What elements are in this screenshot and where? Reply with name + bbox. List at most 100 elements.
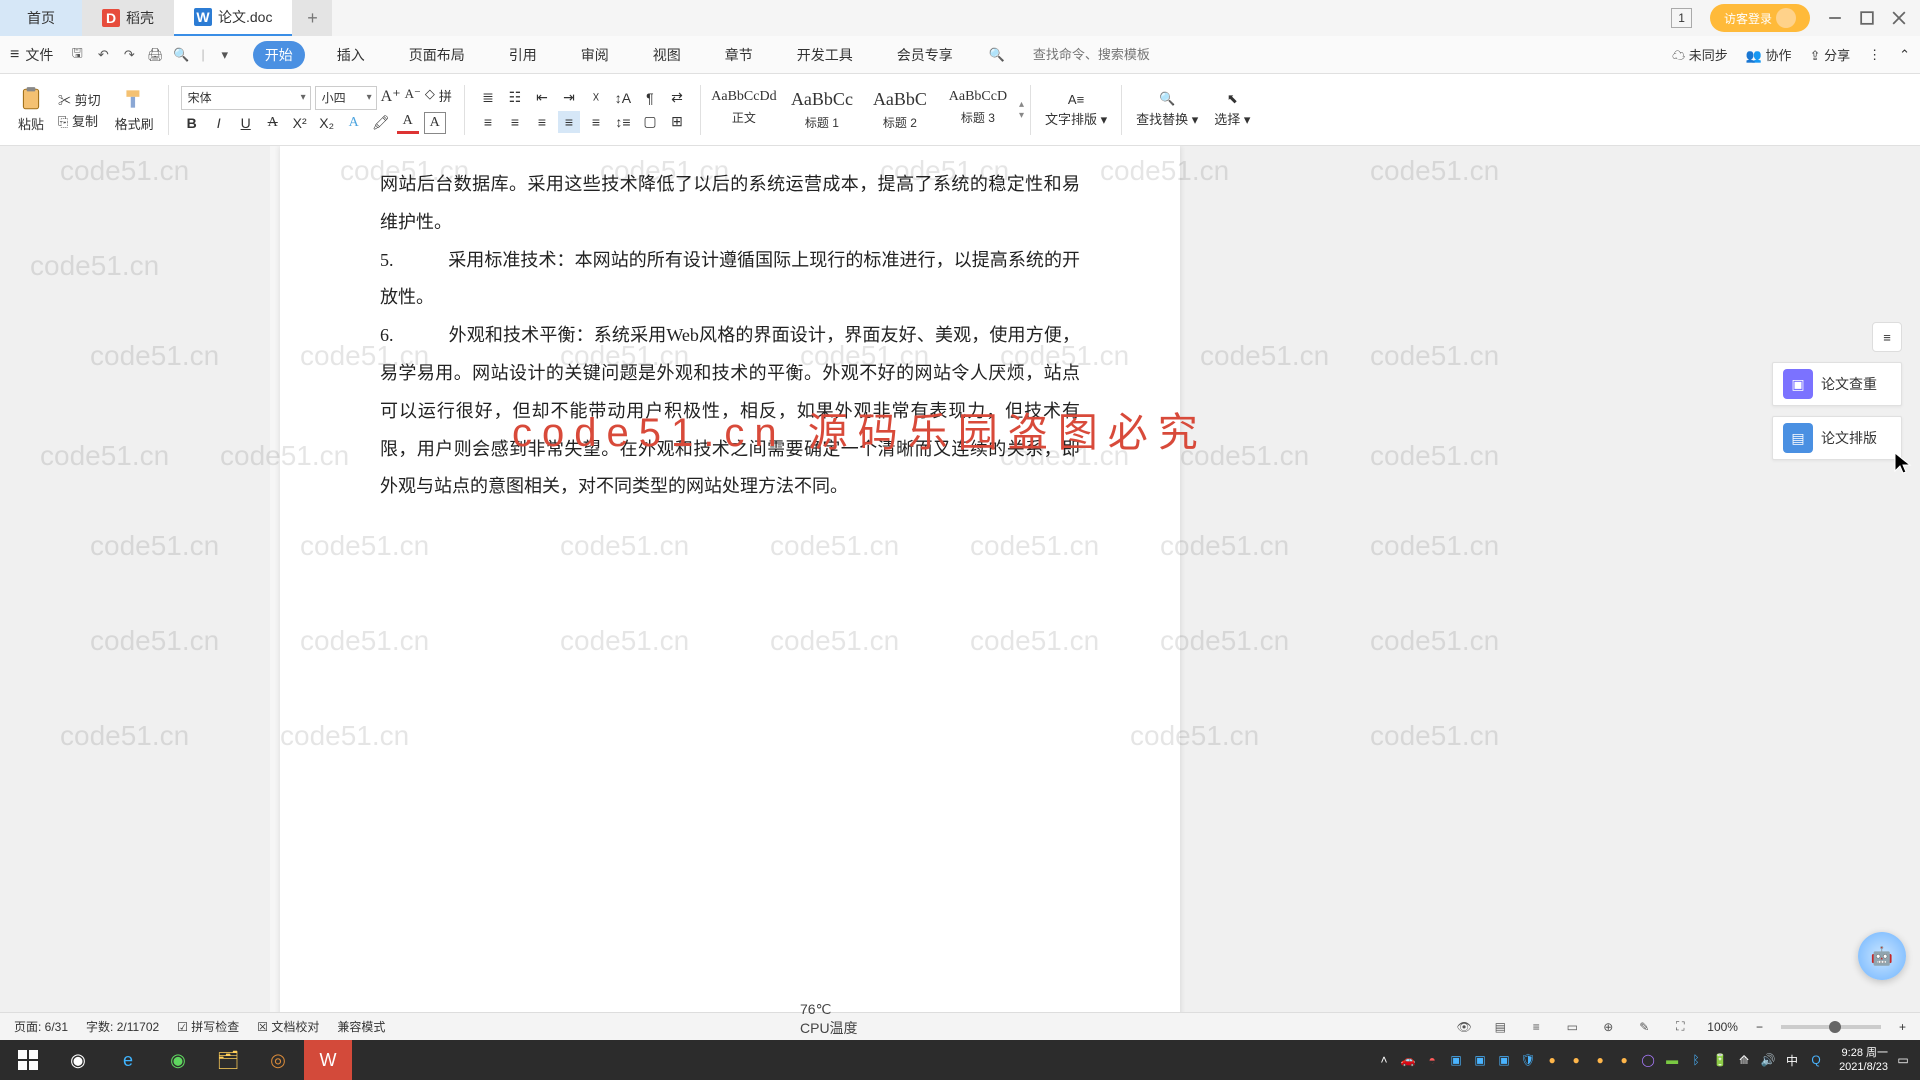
task-360-icon[interactable]: ◉ (154, 1040, 202, 1080)
asian-layout-icon[interactable]: ☓ (585, 87, 607, 109)
side-paper-layout[interactable]: ▤论文排版 (1772, 416, 1902, 460)
italic-button[interactable]: I (208, 112, 230, 134)
align-left-icon[interactable]: ≡ (477, 111, 499, 133)
style-more-icon[interactable]: ▴▾ (1019, 87, 1024, 133)
share-button[interactable]: ⇪ 分享 (1810, 45, 1851, 64)
paste-button[interactable]: 粘贴 (10, 86, 52, 133)
doc-paragraph[interactable]: 网站后台数据库。采用这些技术降低了以后的系统运营成本，提高了系统的稳定性和易维护… (380, 166, 1080, 242)
sort-icon[interactable]: ↕A (612, 87, 634, 109)
tray-volume-icon[interactable]: 🔊 (1759, 1051, 1777, 1069)
tab-document[interactable]: W 论文.doc (174, 0, 292, 36)
menu-chapter[interactable]: 章节 (713, 41, 765, 69)
tray-nvidia-icon[interactable]: ▬ (1663, 1051, 1681, 1069)
doc-paragraph[interactable]: 5. 采用标准技术：本网站的所有设计遵循国际上现行的标准进行，以提高系统的开放性… (380, 242, 1080, 318)
char-border-icon[interactable]: A (424, 112, 446, 134)
indent-inc-icon[interactable]: ⇥ (558, 87, 580, 109)
word-count[interactable]: 字数: 2/11702 (86, 1018, 159, 1035)
bold-button[interactable]: B (181, 112, 203, 134)
menu-reference[interactable]: 引用 (497, 41, 549, 69)
numbering-icon[interactable]: ☷ (504, 87, 526, 109)
underline-button[interactable]: U (235, 112, 257, 134)
tab-daoke[interactable]: D 稻壳 (82, 0, 174, 36)
hamburger-icon[interactable]: ≡ (10, 46, 19, 64)
zoom-level[interactable]: 100% (1707, 1020, 1738, 1034)
window-number[interactable]: 1 (1671, 8, 1692, 28)
menu-start[interactable]: 开始 (253, 41, 305, 69)
print-icon[interactable]: 🖨 (145, 45, 165, 65)
superscript-button[interactable]: X² (289, 112, 311, 134)
clear-format-icon[interactable]: ◇ (425, 86, 435, 110)
clock[interactable]: 9:28 周一 2021/8/23 (1839, 1046, 1888, 1075)
more-menu-icon[interactable]: ⋮ (1868, 47, 1881, 63)
menu-review[interactable]: 审阅 (569, 41, 621, 69)
doc-paragraph[interactable]: 6. 外观和技术平衡：系统采用Web风格的界面设计，界面友好、美观，使用方便，易… (380, 317, 1080, 506)
tray-dot4-icon[interactable]: ● (1615, 1051, 1633, 1069)
tab-icon[interactable]: ⇄ (666, 87, 688, 109)
preview-icon[interactable]: 🔍 (171, 45, 191, 65)
document-page[interactable]: 网站后台数据库。采用这些技术降低了以后的系统运营成本，提高了系统的稳定性和易维护… (280, 146, 1180, 1040)
task-obs-icon[interactable]: ◉ (54, 1040, 102, 1080)
guest-login-button[interactable]: 访客登录 (1710, 4, 1810, 32)
text-layout-button[interactable]: A≡文字排版 ▾ (1037, 92, 1115, 128)
tab-new[interactable]: + (292, 0, 332, 36)
undo-icon[interactable]: ↶ (93, 45, 113, 65)
subscript-button[interactable]: X₂ (316, 112, 338, 134)
fit-icon[interactable]: ⛶ (1671, 1018, 1689, 1036)
page-indicator[interactable]: 页面: 6/31 (14, 1018, 68, 1035)
assistant-floating-button[interactable]: 🤖 (1858, 932, 1906, 980)
tray-chevron-icon[interactable]: ˄ (1375, 1051, 1393, 1069)
format-brush-button[interactable]: 格式刷 (107, 86, 162, 133)
para-mark-icon[interactable]: ¶ (639, 87, 661, 109)
shading-icon[interactable]: ▢ (639, 111, 661, 133)
side-paper-check[interactable]: ▣论文查重 (1772, 362, 1902, 406)
menu-devtools[interactable]: 开发工具 (785, 41, 865, 69)
maximize-icon[interactable] (1860, 11, 1874, 25)
tray-wifi-icon[interactable]: ⟰ (1735, 1051, 1753, 1069)
style-normal[interactable]: AaBbCcDd正文 (707, 87, 781, 133)
notifications-icon[interactable]: ▭ (1894, 1051, 1912, 1069)
tray-circle-icon[interactable]: ◯ (1639, 1051, 1657, 1069)
find-replace-button[interactable]: 🔍查找替换 ▾ (1128, 91, 1206, 128)
style-h1[interactable]: AaBbCc标题 1 (785, 87, 859, 133)
vertical-ruler[interactable] (270, 146, 280, 1040)
menu-view[interactable]: 视图 (641, 41, 693, 69)
tray-shield-icon[interactable]: 🛡 (1519, 1051, 1537, 1069)
tray-dot3-icon[interactable]: ● (1591, 1051, 1609, 1069)
style-h2[interactable]: AaBbC标题 2 (863, 87, 937, 133)
font-name-select[interactable]: 宋体 (181, 86, 311, 110)
collab-button[interactable]: 👥 协作 (1746, 45, 1792, 64)
tray-app3-icon[interactable]: ▣ (1495, 1051, 1513, 1069)
shrink-font-icon[interactable]: A⁻ (405, 86, 421, 110)
tray-q-icon[interactable]: Q (1807, 1051, 1825, 1069)
close-icon[interactable] (1892, 11, 1906, 25)
task-wps-icon[interactable]: W (304, 1040, 352, 1080)
tray-car-icon[interactable]: 🚗 (1399, 1051, 1417, 1069)
indent-dec-icon[interactable]: ⇤ (531, 87, 553, 109)
phonetic-icon[interactable]: 拼 (439, 86, 452, 110)
tray-dot1-icon[interactable]: ● (1543, 1051, 1561, 1069)
align-distribute-icon[interactable]: ≡ (585, 111, 607, 133)
strike-button[interactable]: A (262, 112, 284, 134)
read-view-icon[interactable]: ▭ (1563, 1018, 1581, 1036)
outline-view-icon[interactable]: ≡ (1527, 1018, 1545, 1036)
start-button[interactable] (4, 1040, 52, 1080)
tab-home[interactable]: 首页 (0, 0, 82, 36)
tray-ime-icon[interactable]: 中 (1783, 1051, 1801, 1069)
select-button[interactable]: ⬉选择 ▾ (1206, 91, 1258, 128)
menu-insert[interactable]: 插入 (325, 41, 377, 69)
tray-dot2-icon[interactable]: ● (1567, 1051, 1585, 1069)
collapse-ribbon-icon[interactable]: ⌃ (1899, 47, 1910, 63)
borders-icon[interactable]: ⊞ (666, 111, 688, 133)
cut-button[interactable]: ✂ 剪切 (58, 90, 101, 109)
align-right-icon[interactable]: ≡ (531, 111, 553, 133)
line-spacing-icon[interactable]: ↕≡ (612, 111, 634, 133)
tray-app-icon[interactable]: ▣ (1447, 1051, 1465, 1069)
style-gallery[interactable]: AaBbCcDd正文 AaBbCc标题 1 AaBbC标题 2 AaBbCcD标… (707, 87, 1024, 133)
tray-chat-icon[interactable]: ◓ (1423, 1051, 1441, 1069)
zoom-in-button[interactable]: + (1899, 1020, 1906, 1034)
highlight-icon[interactable]: 🖍 (370, 112, 392, 134)
grow-font-icon[interactable]: A⁺ (381, 86, 401, 110)
font-size-select[interactable]: 小四 (315, 86, 377, 110)
qat-dropdown-icon[interactable]: ▾ (215, 45, 235, 65)
task-app1-icon[interactable]: ◎ (254, 1040, 302, 1080)
